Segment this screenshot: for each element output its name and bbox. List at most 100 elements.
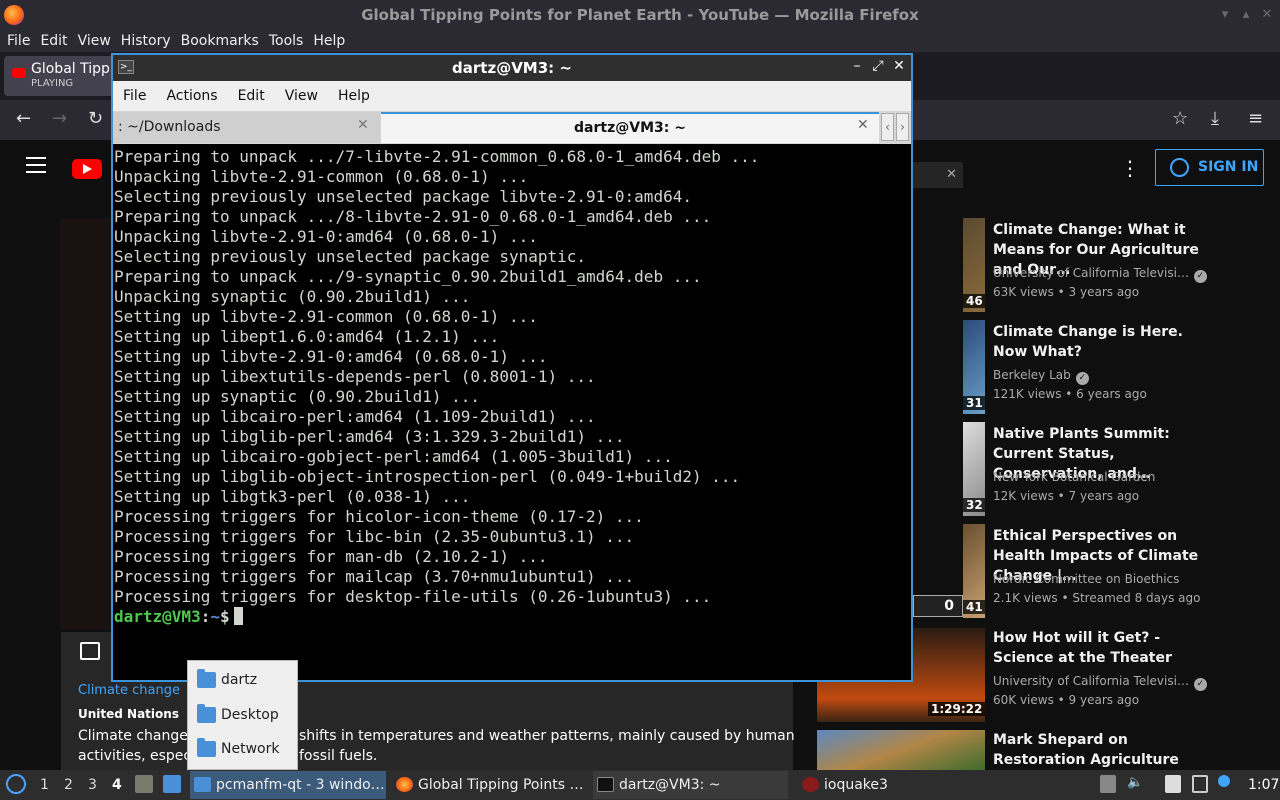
menu-edit[interactable]: Edit [35,30,72,52]
folder-icon [197,669,216,688]
task-label: pcmanfm-qt - 3 windo… [216,777,385,793]
popup-item-label: Desktop [221,707,279,723]
related-thumbnail[interactable]: 31 [963,320,985,414]
back-icon[interactable]: ← [16,108,31,129]
verified-icon: ✓ [1075,372,1089,385]
menu-view[interactable]: View [275,81,328,111]
tab-playing-label: PLAYING [31,78,74,89]
description-text-right-2: fossil fuels. [299,748,378,764]
info-panel-source: United Nations [78,707,179,721]
account-icon [1170,158,1189,177]
prompt-symbol: $ [219,607,230,626]
menu-edit[interactable]: Edit [228,81,275,111]
terminal-titlebar[interactable]: dartz@VM3: ~ [113,55,911,81]
duration-badge: 41 [963,600,985,614]
firefox-menubar: File Edit View History Bookmarks Tools Help [0,30,1280,52]
close-icon[interactable]: ✕ [891,58,907,74]
display-tray-icon[interactable] [1192,775,1208,793]
terminal-tab-downloads[interactable]: : ~/Downloads [113,112,380,143]
menu-help[interactable]: Help [308,30,350,52]
terminal-tab-home[interactable]: dartz@VM3: ~ [381,112,879,143]
tab-scroll-left-icon[interactable]: ‹ [881,113,894,141]
forward-icon[interactable]: → [52,108,67,129]
close-tab-icon[interactable]: ✕ [357,117,369,133]
terminal-output[interactable]: Preparing to unpack .../7-libvte-2.91-co… [114,147,909,667]
maximize-icon[interactable]: ▴ [1237,6,1255,24]
related-thumbnail[interactable] [817,730,985,770]
window-title: Global Tipping Points for Planet Earth -… [361,6,919,24]
popup-item-desktop[interactable]: Desktop [197,703,279,727]
close-icon[interactable]: ✕ [1258,6,1276,24]
close-tab-icon[interactable]: ✕ [857,117,869,133]
popup-item-network[interactable]: Network [197,737,279,761]
workspace-1[interactable]: 1 [40,777,49,793]
related-video-title[interactable]: Climate Change is Here. Now What? [993,322,1208,362]
workspace-2[interactable]: 2 [64,777,73,793]
folder-icon [197,704,216,723]
duration-badge: 46 [963,294,985,308]
notes-tray-icon[interactable] [1165,775,1181,793]
youtube-logo-icon[interactable] [72,159,102,179]
file-manager-icon[interactable] [163,775,181,793]
popup-item-dartz[interactable]: dartz [197,668,257,692]
menu-actions[interactable]: Actions [156,81,227,111]
related-channel[interactable]: Berkeley Lab ✓ [993,368,1089,385]
menu-help[interactable]: Help [328,81,380,111]
info-panel-link[interactable]: Climate change [78,683,180,698]
tab-title: Global Tipping Points for Planet Earth [31,61,111,77]
menu-tools[interactable]: Tools [264,30,309,52]
related-meta: 12K views • 7 years ago [993,489,1140,503]
text-cursor [233,607,243,625]
related-thumbnail[interactable]: 41 [963,524,985,618]
hamburger-menu-icon[interactable] [26,157,46,173]
menu-view[interactable]: View [73,30,116,52]
menu-file[interactable]: File [113,81,156,111]
tab-scroll-right-icon[interactable]: › [896,113,909,141]
related-meta: 63K views • 3 years ago [993,285,1140,299]
menu-history[interactable]: History [116,30,176,52]
task-firefox[interactable]: Global Tipping Points … [392,771,587,799]
task-terminal[interactable]: dartz@VM3: ~ [593,771,788,799]
clipboard-tray-icon[interactable] [1100,775,1116,793]
minimize-icon[interactable]: – [849,58,865,74]
related-video-title[interactable]: Mark Shepard on Restoration Agriculture [993,730,1208,770]
menu-file[interactable]: File [0,30,35,52]
description-text-left-2: activities, especia [78,748,204,764]
terminal-menubar: File Actions Edit View Help [113,81,911,111]
prompt-user: dartz@VM3 [114,607,201,626]
app-menu-icon[interactable]: ≡ [1248,108,1263,129]
related-channel[interactable]: University of California Televisi… ✓ [993,674,1207,691]
popup-item-label: dartz [221,672,258,688]
terminal-icon: >_ [118,60,134,74]
start-menu-icon[interactable] [6,774,26,794]
player-counter: 0 [913,595,963,617]
task-pcmanfm[interactable]: pcmanfm-qt - 3 windo… [190,771,386,799]
task-label: ioquake3 [824,777,888,793]
overlay-close-button[interactable]: ✕ [908,162,963,188]
reload-icon[interactable]: ↻ [88,108,103,129]
bookmark-star-icon[interactable]: ☆ [1172,108,1188,129]
folder-icon [197,738,216,757]
duration-badge: 1:29:22 [928,702,986,716]
workspace-3[interactable]: 3 [88,777,97,793]
update-notifier-icon[interactable] [1218,775,1230,787]
shell-prompt[interactable]: dartz@VM3:~$ [114,607,243,627]
menu-bookmarks[interactable]: Bookmarks [176,30,264,52]
clock[interactable]: 1:07 [1248,777,1279,793]
volume-icon[interactable]: 🔈 [1127,775,1143,793]
related-thumbnail[interactable]: 32 [963,422,985,516]
maximize-icon[interactable]: ⤢ [870,58,886,74]
more-options-icon[interactable]: ⋮ [1120,156,1140,180]
related-video-title[interactable]: How Hot will it Get? - Science at the Th… [993,628,1208,668]
downloads-icon[interactable]: ⤓ [1211,108,1219,129]
prompt-separator: : [200,607,211,626]
related-thumbnail[interactable]: 46 [963,218,985,312]
channel-name: University of California Televisi… [993,266,1189,280]
workspace-4[interactable]: 4 [112,777,122,793]
task-ioquake3[interactable]: ioquake3 [798,771,898,799]
minimize-icon[interactable]: ▾ [1216,6,1234,24]
related-channel[interactable]: New York Botanical Garden [993,470,1155,484]
related-channel[interactable]: University of California Televisi… ✓ [993,266,1207,283]
show-desktop-icon[interactable] [135,775,153,793]
related-channel[interactable]: Nordic Committee on Bioethics [993,572,1179,586]
